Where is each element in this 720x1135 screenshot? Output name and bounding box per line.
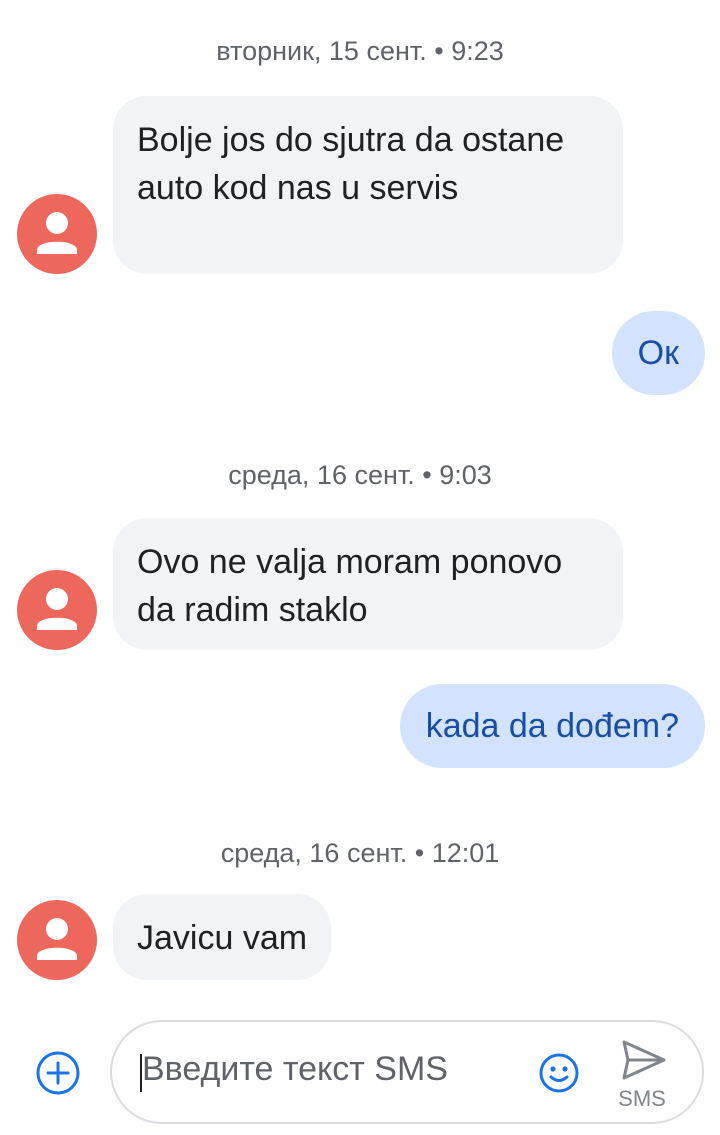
message-timestamp: среда, 16 сент. • 12:01 <box>220 838 500 868</box>
person-icon <box>37 588 77 630</box>
send-sms-label: SMS <box>618 1086 666 1111</box>
send-sms-button[interactable]: SMS <box>606 1034 678 1114</box>
sms-input-placeholder[interactable]: Введите текст SMS <box>142 1050 448 1089</box>
contact-avatar[interactable] <box>17 194 97 274</box>
outgoing-message[interactable]: Ок <box>611 311 705 395</box>
conversation-screen: вторник, 15 сент. • 9:23 Bolje jos do sj… <box>0 0 720 1135</box>
add-attachment-button[interactable] <box>35 1050 81 1096</box>
contact-avatar[interactable] <box>17 570 97 650</box>
message-timestamp: среда, 16 сент. • 9:03 <box>228 460 492 490</box>
contact-avatar[interactable] <box>17 900 97 980</box>
emoji-icon <box>539 1053 579 1093</box>
sms-input-field[interactable]: Введите текст SMS SMS <box>110 1020 704 1124</box>
person-icon <box>37 918 77 960</box>
incoming-message[interactable]: Ovo ne valja moram ponovo da radim stakl… <box>113 518 623 650</box>
message-composer: Введите текст SMS SMS <box>0 1008 720 1135</box>
add-circle-icon <box>36 1051 80 1095</box>
outgoing-message[interactable]: kada da dođem? <box>399 684 705 768</box>
message-timestamp: вторник, 15 сент. • 9:23 <box>216 36 504 66</box>
person-icon <box>37 212 77 254</box>
incoming-message[interactable]: Javicu vam <box>113 894 332 980</box>
incoming-message[interactable]: Bolje jos do sjutra da ostane auto kod n… <box>113 96 623 274</box>
send-icon <box>622 1040 666 1080</box>
emoji-button[interactable] <box>538 1052 580 1094</box>
